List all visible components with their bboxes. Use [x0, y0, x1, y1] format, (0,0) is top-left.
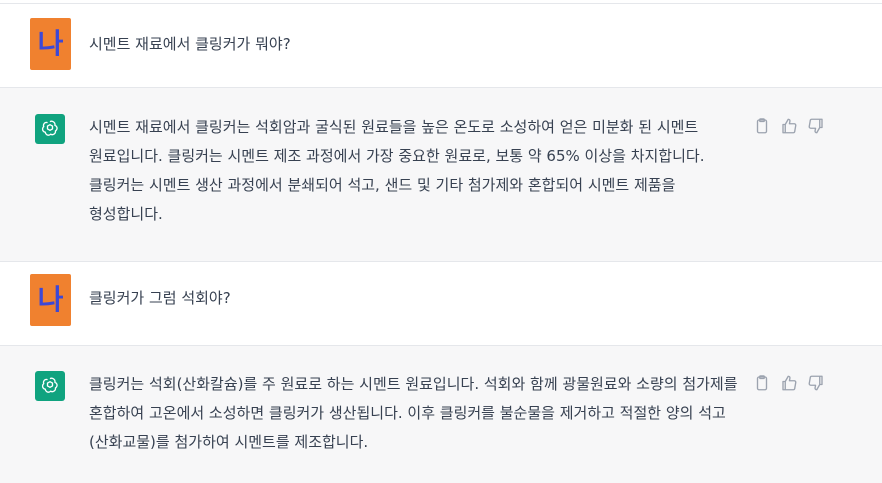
user-message-row: 나 시멘트 재료에서 클링커가 뭐야? — [0, 4, 882, 88]
message-actions — [753, 374, 825, 392]
openai-logo-icon — [35, 114, 65, 144]
message-actions — [753, 117, 825, 135]
thumbs-down-icon[interactable] — [807, 374, 825, 392]
user-avatar: 나 — [30, 18, 71, 70]
user-message-text: 클링커가 그럼 석회야? — [89, 289, 231, 307]
thumbs-up-icon[interactable] — [780, 117, 798, 135]
assistant-message-row: 클링커는 석회(산화칼슘)를 주 원료로 하는 시멘트 원료입니다. 석회와 함… — [0, 346, 882, 483]
user-message-text: 시멘트 재료에서 클링커가 뭐야? — [89, 35, 291, 53]
clipboard-icon[interactable] — [753, 374, 771, 392]
thumbs-up-icon[interactable] — [780, 374, 798, 392]
clipboard-icon[interactable] — [753, 117, 771, 135]
chat-thread: 나 시멘트 재료에서 클링커가 뭐야? 시멘트 재료에서 클링커는 석회암과 굴… — [0, 0, 882, 483]
user-message-row: 나 클링커가 그럼 석회야? — [0, 262, 882, 346]
openai-logo-icon — [35, 371, 65, 401]
user-avatar: 나 — [30, 274, 71, 326]
assistant-message-text: 클링커는 석회(산화칼슘)를 주 원료로 하는 시멘트 원료입니다. 석회와 함… — [89, 375, 738, 451]
assistant-message-row: 시멘트 재료에서 클링커는 석회암과 굴식된 원료들을 높은 온도로 소성하여 … — [0, 88, 882, 262]
thumbs-down-icon[interactable] — [807, 117, 825, 135]
assistant-message-text: 시멘트 재료에서 클링커는 석회암과 굴식된 원료들을 높은 온도로 소성하여 … — [89, 118, 705, 223]
